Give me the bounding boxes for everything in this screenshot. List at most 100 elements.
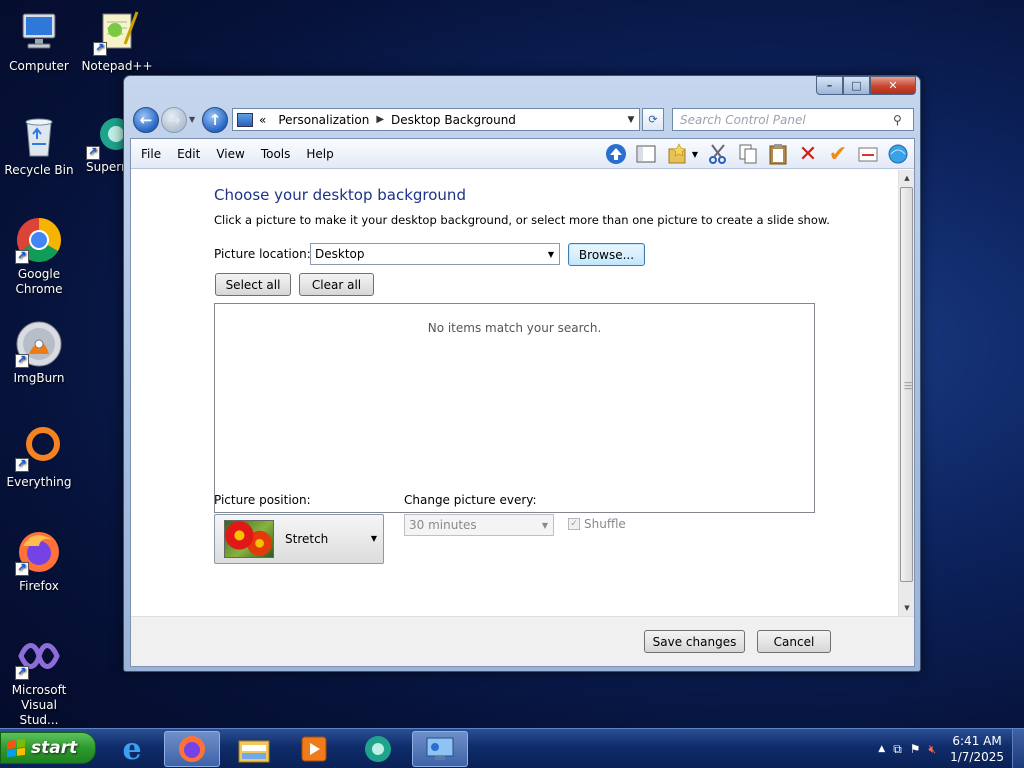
pane-icon[interactable]	[634, 142, 658, 166]
back-button[interactable]: ←	[133, 107, 159, 133]
breadcrumb-desktop-background[interactable]: Desktop Background	[391, 113, 516, 127]
shuffle-checkbox[interactable]: ✓ Shuffle	[568, 517, 626, 531]
minimize-button[interactable]: –	[816, 76, 843, 95]
up-arrow-icon[interactable]	[604, 142, 628, 166]
taskbar-media-player[interactable]	[286, 731, 342, 767]
chevron-right-icon[interactable]: ▶	[376, 114, 384, 125]
dialog-footer: Save changes Cancel	[131, 616, 914, 666]
desktop-icon-supermium[interactable]: Superm	[78, 112, 124, 175]
taskbar-internet-explorer[interactable]: e	[104, 731, 160, 767]
network-icon[interactable]: ⧉	[893, 742, 902, 757]
taskbar-supermium[interactable]	[350, 731, 406, 767]
chevron-down-icon: ▼	[370, 534, 377, 543]
chrome-icon	[15, 216, 63, 264]
taskbar-file-explorer[interactable]	[226, 731, 282, 767]
picture-gallery[interactable]: No items match your search.	[214, 303, 815, 513]
picture-location-label: Picture location:	[214, 247, 311, 261]
chevron-down-icon[interactable]: ▼	[692, 150, 698, 159]
browse-button[interactable]: Browse...	[568, 243, 645, 266]
taskbar-firefox[interactable]	[164, 731, 220, 767]
desktop-icon-recycle-bin[interactable]: Recycle Bin	[0, 112, 78, 178]
address-bar[interactable]: « Personalization ▶ Desktop Background ▼	[232, 108, 640, 131]
select-all-button[interactable]: Select all	[215, 273, 291, 296]
paste-icon[interactable]	[766, 142, 790, 166]
control-panel-icon	[426, 737, 454, 760]
clock[interactable]: 6:41 AM 1/7/2025	[950, 733, 1004, 765]
action-center-flag-icon[interactable]: ⚑	[910, 742, 921, 756]
up-arrow-icon: ↑	[208, 111, 222, 129]
desktop-icon-computer[interactable]: Computer	[0, 8, 78, 74]
shuffle-label: Shuffle	[584, 517, 626, 531]
up-button[interactable]: ↑	[202, 107, 228, 133]
check-icon[interactable]: ✔	[826, 142, 850, 167]
desktop-icon-imgburn[interactable]: ImgBurn	[0, 320, 78, 386]
properties-icon[interactable]	[856, 142, 880, 166]
desktop-icon-google-chrome[interactable]: Google Chrome	[0, 216, 78, 297]
breadcrumb-personalization[interactable]: Personalization	[278, 113, 369, 127]
globe-icon[interactable]	[886, 142, 910, 166]
window-client-area: File Edit View Tools Help ▼ ✕ ✔ Choose y…	[130, 138, 915, 667]
scroll-down-icon[interactable]: ▼	[899, 600, 915, 616]
taskbar-control-panel[interactable]	[412, 731, 468, 767]
desktop-icon-firefox[interactable]: Firefox	[0, 528, 78, 594]
vertical-scrollbar[interactable]: ▲ — — — ▼	[898, 170, 914, 616]
copy-icon[interactable]	[736, 142, 760, 166]
chevron-up-icon[interactable]: ▲	[878, 744, 885, 754]
position-preview-image	[224, 520, 274, 558]
picture-position-select[interactable]: Stretch ▼	[214, 514, 384, 564]
search-icon[interactable]: ⚲	[893, 113, 913, 127]
desktop-icon-label: ImgBurn	[13, 371, 65, 385]
start-button[interactable]: start	[0, 732, 96, 764]
picture-location-select[interactable]: Desktop ▼	[310, 243, 560, 265]
refresh-button[interactable]: ⟳	[642, 108, 664, 131]
menu-help[interactable]: Help	[298, 147, 341, 161]
scroll-thumb[interactable]: — — —	[900, 187, 913, 582]
checkbox-check-icon[interactable]: ✓	[568, 518, 580, 530]
menu-file[interactable]: File	[131, 147, 169, 161]
clear-all-button[interactable]: Clear all	[299, 273, 374, 296]
desktop-icon-everything[interactable]: Everything	[0, 424, 78, 490]
scroll-up-icon[interactable]: ▲	[899, 170, 915, 186]
windows-logo-icon	[7, 738, 25, 758]
picture-location-value: Desktop	[315, 247, 365, 261]
page-description: Click a picture to make it your desktop …	[214, 213, 830, 227]
forward-button[interactable]: →	[161, 107, 187, 133]
recycle-bin-icon	[15, 112, 63, 160]
delete-icon[interactable]: ✕	[796, 142, 820, 167]
show-desktop-button[interactable]	[1012, 729, 1024, 768]
recent-pages-dropdown[interactable]: ▼	[189, 115, 195, 124]
address-dropdown[interactable]: ▼	[623, 115, 639, 125]
toolbar: ▼ ✕ ✔	[604, 142, 910, 167]
system-tray: ▲ ⧉ ⚑ 🔇︎ 6:41 AM 1/7/2025	[874, 729, 1024, 768]
desktop-icon-label: Superm	[86, 160, 124, 174]
change-picture-interval-select[interactable]: 30 minutes ▼	[404, 514, 554, 536]
volume-muted-icon[interactable]: 🔇︎	[929, 742, 937, 757]
maximize-button[interactable]: □	[843, 76, 870, 95]
desktop-icon-label: Firefox	[19, 579, 59, 593]
menu-tools[interactable]: Tools	[253, 147, 299, 161]
refresh-icon: ⟳	[648, 113, 658, 126]
desktop-icon-label: Computer	[9, 59, 69, 73]
desktop-icon-label: Notepad++	[81, 59, 153, 73]
menu-view[interactable]: View	[208, 147, 252, 161]
back-arrow-icon: ←	[139, 111, 153, 129]
menu-bar: File Edit View Tools Help ▼ ✕ ✔	[131, 139, 914, 169]
firefox-icon	[179, 736, 205, 762]
search-placeholder: Search Control Panel	[680, 112, 806, 127]
clock-date: 1/7/2025	[950, 750, 1004, 764]
menu-edit[interactable]: Edit	[169, 147, 208, 161]
favorites-folder-icon[interactable]: ▼	[664, 142, 700, 166]
desktop-icon-visual-studio[interactable]: Microsoft Visual Stud...	[0, 632, 78, 728]
computer-icon	[15, 8, 63, 56]
desktop-background-window: – □ ✕ ← → ▼ ↑ « Personalization ▶ Deskto…	[123, 75, 921, 672]
cut-icon[interactable]	[706, 142, 730, 166]
picture-position-value: Stretch	[285, 532, 329, 546]
cancel-button[interactable]: Cancel	[757, 630, 831, 653]
address-overflow[interactable]: «	[259, 113, 266, 127]
search-input[interactable]: Search Control Panel ⚲	[672, 108, 914, 131]
desktop-icon-notepad-plus-plus[interactable]: Notepad++	[78, 8, 156, 74]
navigation-bar: ← → ▼ ↑ « Personalization ▶ Desktop Back…	[132, 106, 914, 134]
close-button[interactable]: ✕	[870, 76, 916, 95]
supermium-icon	[86, 112, 124, 160]
save-changes-button[interactable]: Save changes	[644, 630, 745, 653]
